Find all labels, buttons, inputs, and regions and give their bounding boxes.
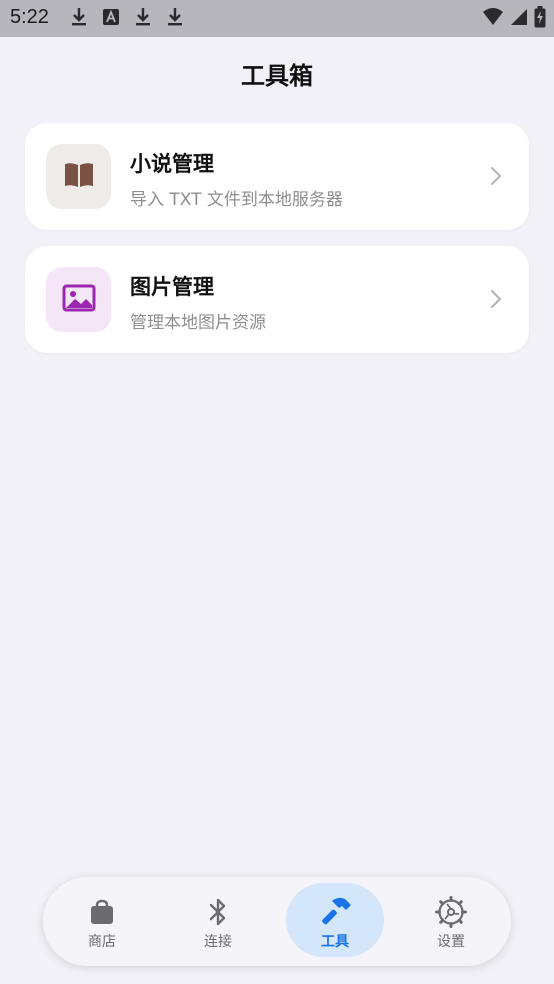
nav-label: 连接 <box>204 934 232 950</box>
book-icon <box>63 161 95 193</box>
nav-label: 工具 <box>321 934 349 950</box>
page-title: 工具箱 <box>241 62 313 90</box>
chevron-right-icon <box>489 165 503 187</box>
font-app-icon <box>102 8 120 30</box>
wifi-icon <box>482 8 504 30</box>
chevron-right-icon <box>489 288 503 310</box>
tool-subtitle: 导入 TXT 文件到本地服务器 <box>130 190 343 210</box>
shopping-bag-icon <box>85 895 119 929</box>
tool-icon-container <box>46 267 111 332</box>
bluetooth-icon <box>201 895 235 929</box>
signal-icon <box>510 8 528 30</box>
tool-card-image-management[interactable]: 图片管理 管理本地图片资源 <box>25 246 529 353</box>
tool-icon-container <box>46 144 111 209</box>
tool-subtitle: 管理本地图片资源 <box>130 313 266 333</box>
tool-card-novel-management[interactable]: 小说管理 导入 TXT 文件到本地服务器 <box>25 123 529 230</box>
nav-item-connect[interactable]: 连接 <box>169 883 267 957</box>
status-bar: 5:22 <box>0 0 554 37</box>
tool-title: 图片管理 <box>130 275 214 299</box>
hammer-icon <box>318 895 352 929</box>
status-time: 5:22 <box>10 6 49 28</box>
bottom-navigation: 商店 连接 工具 设置 <box>43 877 511 966</box>
notification-icons <box>70 8 184 30</box>
nav-item-tools[interactable]: 工具 <box>286 883 384 957</box>
download-icon <box>70 7 88 31</box>
download-icon <box>166 7 184 31</box>
download-icon <box>134 7 152 31</box>
settings-icon <box>434 895 468 929</box>
tool-title: 小说管理 <box>130 152 214 176</box>
nav-item-store[interactable]: 商店 <box>53 883 151 957</box>
image-icon <box>62 284 96 316</box>
nav-item-settings[interactable]: 设置 <box>402 883 500 957</box>
nav-label: 设置 <box>437 934 465 950</box>
system-icons <box>482 6 546 32</box>
nav-label: 商店 <box>88 934 116 950</box>
battery-charging-icon <box>534 6 546 32</box>
